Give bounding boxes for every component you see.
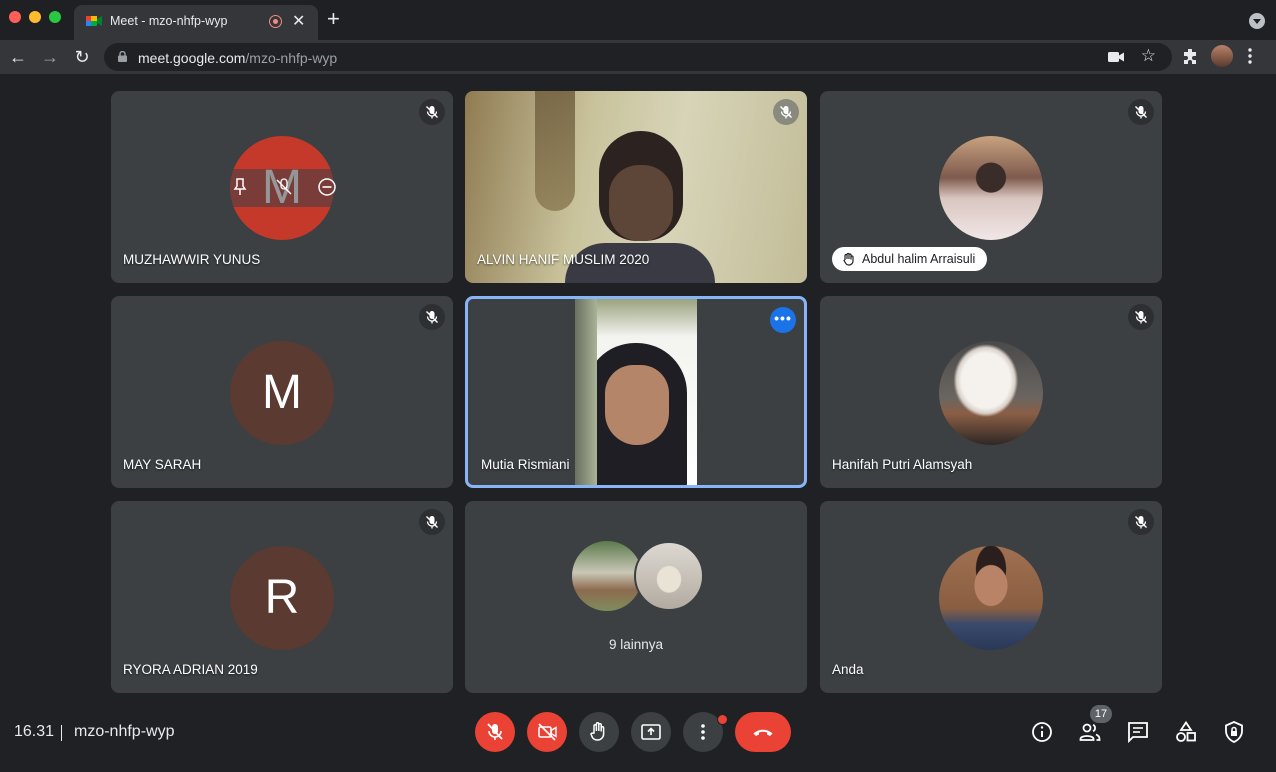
close-window-button[interactable] [9, 11, 21, 23]
other-participant-avatar [634, 541, 704, 611]
maximize-window-button[interactable] [49, 11, 61, 23]
tile-hover-controls [215, 169, 351, 207]
participant-name: RYORA ADRIAN 2019 [123, 662, 258, 677]
background-curtain [535, 91, 575, 211]
hang-up-icon [753, 729, 773, 736]
meeting-code: mzo-nhfp-wyp [74, 723, 175, 740]
raise-hand-button[interactable] [579, 712, 619, 752]
raised-hand-icon [590, 722, 605, 741]
extensions-puzzle-icon[interactable] [1182, 49, 1198, 65]
mic-off-icon [1128, 304, 1154, 330]
camera-in-use-icon[interactable] [1108, 52, 1124, 62]
forward-arrow-icon[interactable]: → [38, 45, 62, 69]
meeting-details-icon[interactable] [1030, 720, 1054, 744]
raised-hand-icon [843, 252, 854, 266]
camera-toggle-button[interactable] [527, 712, 567, 752]
url-text: meet.google.com/mzo-nhfp-wyp [138, 50, 338, 66]
participant-name: Mutia Rismiani [481, 457, 570, 472]
pin-icon[interactable] [231, 177, 249, 202]
participant-tile[interactable]: Hanifah Putri Alamsyah [820, 296, 1162, 488]
browser-toolbar: ← → ↻ meet.google.com/mzo-nhfp-wyp ☆ [0, 40, 1276, 74]
mic-off-icon [1128, 509, 1154, 535]
participant-tile[interactable]: R RYORA ADRIAN 2019 [111, 501, 453, 693]
mic-off-icon [1128, 99, 1154, 125]
mic-off-icon [773, 99, 799, 125]
chat-icon[interactable] [1126, 720, 1150, 744]
meeting-time: 16.31 [14, 723, 55, 740]
others-tile[interactable]: 9 lainnya [465, 501, 807, 693]
remove-participant-icon[interactable] [317, 177, 337, 202]
profile-photo [939, 546, 1043, 650]
present-screen-icon [641, 724, 661, 740]
profile-photo [939, 341, 1043, 445]
participant-name: ALVIN HANIF MUSLIM 2020 [477, 252, 650, 267]
activities-icon[interactable] [1174, 720, 1198, 744]
browser-tab[interactable]: Meet - mzo-nhfp-wyp ✕ [74, 5, 318, 40]
mic-off-icon [487, 723, 503, 740]
camera-off-icon [538, 723, 557, 741]
participant-name: MUZHAWWIR YUNUS [123, 252, 261, 267]
mic-off-icon [419, 99, 445, 125]
participant-tile[interactable]: M MUZHAWWIR YUNUS [111, 91, 453, 283]
new-tab-button[interactable]: + [327, 8, 340, 30]
participant-count-badge: 17 [1090, 705, 1112, 723]
participant-tile[interactable]: M MAY SARAH [111, 296, 453, 488]
self-tile[interactable]: Anda [820, 501, 1162, 693]
minimize-window-button[interactable] [29, 11, 41, 23]
lock-icon [118, 51, 127, 62]
host-controls-icon[interactable] [1222, 720, 1246, 744]
address-bar[interactable]: meet.google.com/mzo-nhfp-wyp ☆ [104, 43, 1172, 71]
mute-participant-icon[interactable] [275, 177, 293, 202]
participant-name: Hanifah Putri Alamsyah [832, 457, 973, 472]
recording-indicator-icon [269, 15, 282, 28]
participant-name: MAY SARAH [123, 457, 202, 472]
meet-favicon-icon [86, 16, 102, 26]
divider [61, 725, 62, 741]
bookmark-star-icon[interactable]: ☆ [1141, 46, 1156, 66]
more-options-icon[interactable]: ••• [770, 307, 796, 333]
avatar: M [230, 341, 334, 445]
tab-title: Meet - mzo-nhfp-wyp [110, 14, 228, 28]
avatar: R [230, 546, 334, 650]
tab-search-icon[interactable] [1249, 13, 1265, 29]
participant-tile[interactable]: Abdul halim Arraisuli [820, 91, 1162, 283]
tab-close-icon[interactable]: ✕ [292, 11, 305, 31]
browser-tab-bar: Meet - mzo-nhfp-wyp ✕ + [0, 0, 1276, 40]
participant-tile-active[interactable]: ••• Mutia Rismiani [465, 296, 807, 488]
notification-dot [717, 714, 728, 725]
others-count-label: 9 lainnya [608, 637, 664, 652]
present-screen-button[interactable] [631, 712, 671, 752]
profile-photo [939, 136, 1043, 240]
back-arrow-icon[interactable]: ← [6, 45, 30, 69]
profile-avatar[interactable] [1211, 45, 1233, 67]
other-participant-avatar [572, 541, 642, 611]
raised-hand-chip: Abdul halim Arraisuli [832, 247, 988, 271]
more-vert-icon [701, 724, 705, 740]
people-icon[interactable] [1078, 720, 1102, 744]
leave-call-button[interactable] [735, 712, 791, 752]
mic-off-icon [419, 304, 445, 330]
microphone-toggle-button[interactable] [475, 712, 515, 752]
participant-name: Abdul halim Arraisuli [862, 252, 976, 266]
reload-icon[interactable]: ↻ [70, 45, 94, 69]
participant-name: Anda [832, 662, 864, 677]
participant-tile[interactable]: ALVIN HANIF MUSLIM 2020 [465, 91, 807, 283]
mic-off-icon [419, 509, 445, 535]
browser-menu-icon[interactable] [1248, 48, 1252, 64]
participant-video [575, 299, 697, 485]
